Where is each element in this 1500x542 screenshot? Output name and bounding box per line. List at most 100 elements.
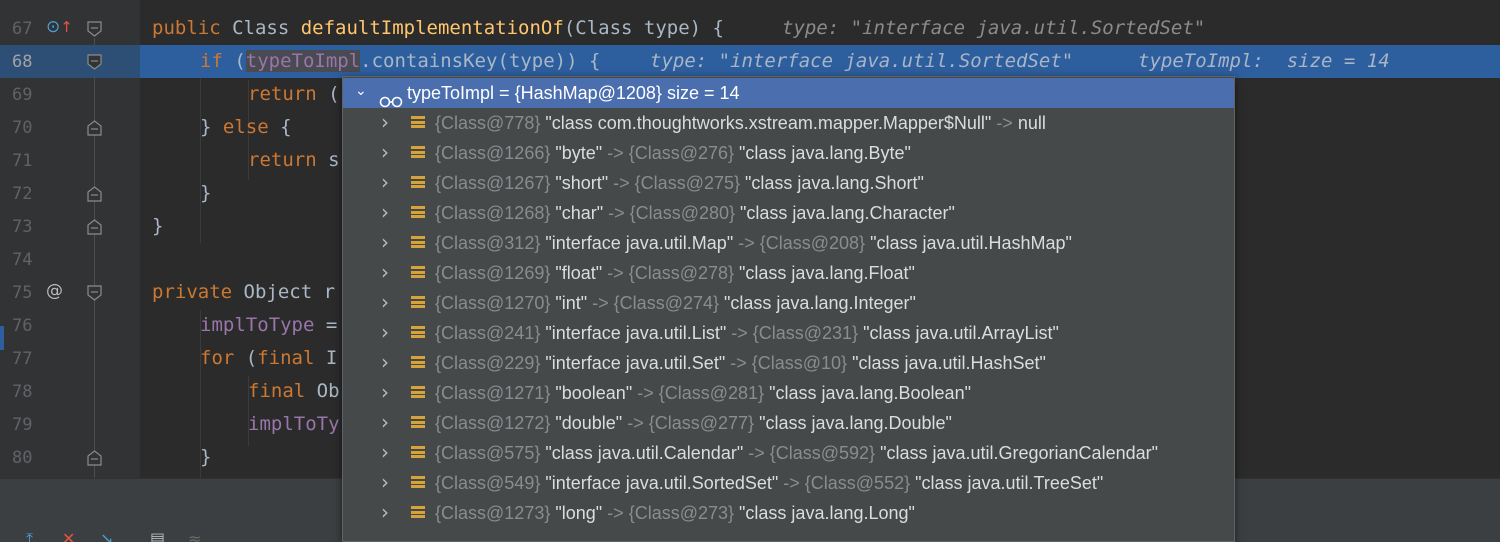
chevron-right-icon[interactable]: › (381, 407, 395, 437)
value-text: "class java.lang.Boolean" (764, 383, 971, 403)
map-entry-icon (411, 416, 425, 430)
gutter-line[interactable]: 74 (0, 243, 140, 276)
chevron-right-icon[interactable]: › (381, 137, 395, 167)
map-entry-row[interactable]: › {Class@312} "interface java.util.Map" -… (343, 228, 1234, 258)
line-number: 68 (12, 52, 33, 72)
key-value: "int" (550, 293, 588, 313)
chevron-right-icon[interactable]: › (381, 317, 395, 347)
gutter-line[interactable]: 75 @ (0, 276, 140, 309)
fold-end-icon[interactable] (87, 120, 102, 136)
map-entry-row[interactable]: › {Class@241} "interface java.util.List" … (343, 318, 1234, 348)
chevron-right-icon[interactable]: › (381, 197, 395, 227)
line-number: 72 (12, 184, 33, 204)
inline-hint: type: "interface java.util.SortedSet" (782, 17, 1206, 39)
value-text: "class java.lang.Long" (734, 503, 915, 523)
gutter-line[interactable]: 68 (0, 45, 140, 78)
chevron-right-icon[interactable]: › (381, 257, 395, 287)
gutter-line[interactable]: 80 (0, 441, 140, 474)
key-object-id: {Class@229} (435, 353, 541, 373)
value-text: "class java.lang.Short" (740, 173, 924, 193)
map-entry-icon (411, 446, 425, 460)
entry-arrow: -> (587, 293, 614, 313)
map-entry-icon (411, 326, 425, 340)
chevron-right-icon[interactable]: › (381, 347, 395, 377)
chevron-right-icon[interactable]: › (381, 467, 395, 497)
gutter-line[interactable]: 73 (0, 210, 140, 243)
entry-arrow: -> (608, 173, 635, 193)
map-entry-row[interactable]: › {Class@1271} "boolean" -> {Class@281} "… (343, 378, 1234, 408)
trace-icon[interactable]: ≈ (188, 529, 201, 542)
gutter-line[interactable]: 67 ⊙↑ (0, 12, 140, 45)
gutter-line[interactable]: 76 (0, 309, 140, 342)
map-entry-icon (411, 176, 425, 190)
fold-end-icon[interactable] (87, 450, 102, 466)
entry-arrow: -> (632, 383, 659, 403)
map-entry-icon (411, 296, 425, 310)
map-entry-icon (411, 266, 425, 280)
key-value: "interface java.util.Map" (540, 233, 734, 253)
fold-end-icon[interactable] (87, 186, 102, 202)
map-entry-row[interactable]: › {Class@1266} "byte" -> {Class@276} "cla… (343, 138, 1234, 168)
drop-frame-icon[interactable]: ✕ (62, 529, 75, 542)
gutter-line[interactable]: 69 (0, 78, 140, 111)
map-entry-row[interactable]: › {Class@1270} "int" -> {Class@274} "clas… (343, 288, 1234, 318)
chevron-right-icon[interactable]: › (381, 437, 395, 467)
value-object-id: {Class@10} (751, 353, 848, 373)
map-entry-row[interactable]: › {Class@1272} "double" -> {Class@277} "c… (343, 408, 1234, 438)
map-entry-icon (411, 386, 425, 400)
chevron-right-icon[interactable]: › (381, 287, 395, 317)
code-line-67[interactable]: public Class defaultImplementationOf(Cla… (140, 12, 1500, 45)
run-to-cursor-icon[interactable]: ↘ (100, 529, 113, 542)
code-line-68-current[interactable]: if (typeToImpl.containsKey(type)) { type… (140, 45, 1500, 78)
gutter-line[interactable]: 77 (0, 342, 140, 375)
map-entry-icon (411, 356, 425, 370)
value-object-id: {Class@276} (628, 143, 735, 163)
map-entry-row[interactable]: › {Class@1269} "float" -> {Class@278} "cl… (343, 258, 1234, 288)
gutter-line[interactable]: 71 (0, 144, 140, 177)
chevron-right-icon[interactable]: › (381, 227, 395, 257)
value-text: "class java.lang.Double" (754, 413, 952, 433)
map-entry-row[interactable]: › {Class@778} "class com.thoughtworks.xst… (343, 108, 1234, 138)
key-value: "class java.util.Calendar" (540, 443, 744, 463)
chevron-right-icon[interactable]: › (381, 107, 395, 137)
line-number: 79 (12, 415, 33, 435)
popup-root-node[interactable]: ⌄ typeToImpl = {HashMap@1208} size = 14 (343, 78, 1234, 108)
fold-end-icon[interactable] (87, 219, 102, 235)
entry-arrow: -> (778, 473, 805, 493)
map-entry-row[interactable]: › {Class@549} "interface java.util.Sorted… (343, 468, 1234, 498)
map-entry-row[interactable]: › {Class@229} "interface java.util.Set" -… (343, 348, 1234, 378)
chevron-right-icon[interactable]: › (381, 497, 395, 527)
key-value: "boolean" (550, 383, 633, 403)
highlighted-symbol: typeToImpl (245, 50, 361, 72)
map-entry-row[interactable]: › {Class@1273} "long" -> {Class@273} "cla… (343, 498, 1234, 528)
fold-expanded-icon[interactable] (87, 54, 102, 70)
value-text: "class java.lang.Character" (735, 203, 955, 223)
map-entry-icon (411, 476, 425, 490)
annotation-at-icon[interactable]: @ (46, 281, 63, 301)
line-number: 69 (12, 85, 33, 105)
key-object-id: {Class@549} (435, 473, 541, 493)
step-out-icon[interactable]: ⤒ (26, 529, 33, 542)
map-entry-row[interactable]: › {Class@575} "class java.util.Calendar" … (343, 438, 1234, 468)
gutter-line[interactable]: 79 (0, 408, 140, 441)
chevron-right-icon[interactable]: › (381, 377, 395, 407)
evaluate-icon[interactable]: ▤ (150, 529, 165, 542)
gutter-line[interactable]: 78 (0, 375, 140, 408)
map-entry-row[interactable]: › {Class@1267} "short" -> {Class@275} "cl… (343, 168, 1234, 198)
fold-expanded-icon[interactable] (87, 21, 102, 37)
line-number: 71 (12, 151, 33, 171)
chevron-right-icon[interactable]: › (381, 167, 395, 197)
variable-inspector-popup[interactable]: ⌄ typeToImpl = {HashMap@1208} size = 14 … (342, 76, 1235, 542)
key-object-id: {Class@778} (435, 113, 541, 133)
map-entry-icon (411, 146, 425, 160)
gutter-line[interactable]: 70 (0, 111, 140, 144)
fold-expanded-icon[interactable] (87, 285, 102, 301)
line-number: 67 (12, 19, 33, 39)
chevron-down-icon[interactable]: ⌄ (355, 77, 369, 106)
key-value: "char" (550, 203, 604, 223)
value-object-id: {Class@273} (628, 503, 735, 523)
map-entry-row[interactable]: › {Class@1268} "char" -> {Class@280} "cla… (343, 198, 1234, 228)
value-text: "class java.util.ArrayList" (858, 323, 1059, 343)
overrides-method-icon[interactable]: ⊙↑ (46, 17, 73, 37)
gutter-line[interactable]: 72 (0, 177, 140, 210)
